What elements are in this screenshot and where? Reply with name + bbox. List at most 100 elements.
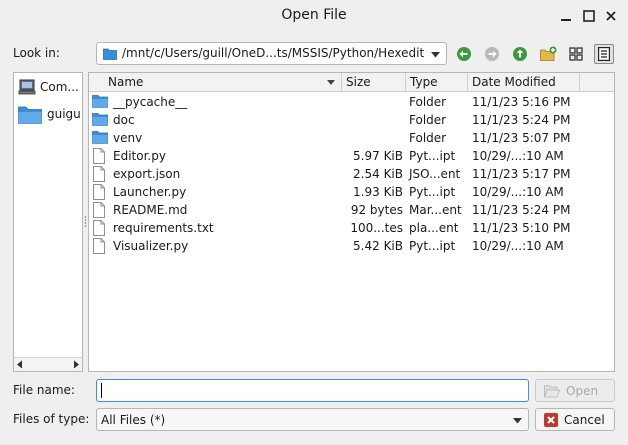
chevron-down-icon <box>513 418 522 424</box>
file-type: Folder <box>409 95 447 109</box>
file-list-row-file[interactable]: Launcher.py 1.93 KiB Pyt...ipt 10/29/...:10… <box>89 183 614 201</box>
file-type: Pyt...ipt <box>409 239 456 253</box>
sidebar-item-computer[interactable]: Com... <box>14 76 82 98</box>
file-date-modified: 10/29/...:10 AM <box>472 185 564 199</box>
file-name-label-text: File name: <box>13 383 75 397</box>
splitter-handle[interactable] <box>84 215 87 229</box>
file-list-row-file[interactable]: README.md 92 bytes Mar...ent 11/1/23 5:24 P… <box>89 201 614 219</box>
file-name: __pycache__ <box>113 95 188 109</box>
column-header-size[interactable]: Size <box>342 73 406 92</box>
back-button[interactable] <box>454 44 474 64</box>
file-type: Pyt...ipt <box>409 149 456 163</box>
column-header-name[interactable]: Name <box>89 73 342 92</box>
file-name: Launcher.py <box>113 185 187 199</box>
open-button[interactable]: Open <box>535 379 615 402</box>
folder-icon <box>103 48 117 60</box>
file-name: export.json <box>113 167 181 181</box>
file-list-header: Name Size Type Date Modified <box>89 73 614 92</box>
file-type: Mar...ent <box>409 203 462 217</box>
file-date-modified: 11/1/23 5:16 PM <box>472 95 571 109</box>
open-button-label: Open <box>566 383 599 398</box>
file-type: Folder <box>409 113 447 127</box>
file-size: 2.54 KiB <box>353 167 403 181</box>
file-list-row-file[interactable]: export.json 2.54 KiB JSO...ent 11/1/23 5:17… <box>89 165 614 183</box>
file-size: 5.42 KiB <box>353 239 403 253</box>
cancel-button-label: Cancel <box>564 412 605 427</box>
sidebar-item-label: Com... <box>40 80 79 94</box>
detail-view-icon <box>598 47 610 61</box>
file-list-row-folder[interactable]: venv Folder 11/1/23 5:07 PM <box>89 129 614 147</box>
file-icon <box>93 220 105 236</box>
file-date-modified: 11/1/23 5:24 PM <box>472 203 571 217</box>
look-in-label: Look in: <box>13 46 60 60</box>
file-size: 1.93 KiB <box>353 185 403 199</box>
scroll-right-icon[interactable] <box>72 360 80 369</box>
back-arrow-icon <box>457 47 471 61</box>
file-size: 100...tes <box>350 221 403 235</box>
column-header-label: Date Modified <box>472 75 556 89</box>
file-type: Pyt...ipt <box>409 185 456 199</box>
file-type: JSO...ent <box>409 167 461 181</box>
sidebar-horizontal-scrollbar[interactable] <box>14 357 82 371</box>
file-list[interactable]: Name Size Type Date Modified __pycache__… <box>88 72 615 372</box>
title-bar: Open File <box>0 0 628 32</box>
cancel-button[interactable]: Cancel <box>535 408 615 431</box>
file-icon <box>93 148 105 164</box>
scroll-left-icon[interactable] <box>16 360 24 369</box>
file-icon <box>93 238 105 254</box>
folder-icon <box>92 131 108 144</box>
file-icon <box>93 202 105 218</box>
file-name-label: File name: <box>13 383 75 397</box>
parent-directory-button[interactable] <box>510 44 530 64</box>
up-arrow-icon <box>513 47 527 61</box>
text-caret <box>101 383 102 398</box>
sort-descending-icon <box>327 80 335 85</box>
file-name: Editor.py <box>113 149 166 163</box>
file-date-modified: 11/1/23 5:10 PM <box>472 221 571 235</box>
file-list-row-folder[interactable]: __pycache__ Folder 11/1/23 5:16 PM <box>89 93 614 111</box>
file-type: Folder <box>409 131 447 145</box>
file-list-row-folder[interactable]: doc Folder 11/1/23 5:24 PM <box>89 111 614 129</box>
chevron-down-icon <box>431 52 440 58</box>
file-type-value: All Files (*) <box>101 413 166 427</box>
list-view-button[interactable] <box>566 44 586 64</box>
new-folder-button[interactable] <box>538 44 558 64</box>
file-type-label: Files of type: <box>13 412 90 426</box>
cancel-icon <box>544 412 558 427</box>
close-icon[interactable] <box>603 8 619 24</box>
column-header-label: Type <box>410 75 438 89</box>
file-name: requirements.txt <box>113 221 214 235</box>
detail-view-button[interactable] <box>594 44 614 64</box>
sidebar: Com... guigu <box>13 72 83 372</box>
look-in-path: /mnt/c/Users/guill/OneD...ts/MSSIS/Pytho… <box>122 46 425 60</box>
file-name: venv <box>113 131 143 145</box>
look-in-combobox[interactable]: /mnt/c/Users/guill/OneD...ts/MSSIS/Pytho… <box>96 42 447 65</box>
file-list-row-file[interactable]: Visualizer.py 5.42 KiB Pyt...ipt 10/29/...:… <box>89 237 614 255</box>
file-date-modified: 10/29/...:10 AM <box>472 149 564 163</box>
file-name-input[interactable] <box>96 379 529 402</box>
sidebar-item-label: guigu <box>47 107 81 121</box>
column-header-date[interactable]: Date Modified <box>468 73 580 92</box>
file-list-row-file[interactable]: requirements.txt 100...tes pla...ent 11/1/2… <box>89 219 614 237</box>
file-list-row-file[interactable]: Editor.py 5.97 KiB Pyt...ipt 10/29/...:10 A… <box>89 147 614 165</box>
file-name: README.md <box>113 203 188 217</box>
file-date-modified: 11/1/23 5:07 PM <box>472 131 571 145</box>
file-type-combobox[interactable]: All Files (*) <box>96 408 529 431</box>
folder-icon <box>92 113 108 126</box>
column-header-type[interactable]: Type <box>406 73 468 92</box>
file-date-modified: 10/29/...:10 AM <box>472 239 564 253</box>
file-name: doc <box>113 113 135 127</box>
file-type: pla...ent <box>409 221 459 235</box>
list-view-icon <box>569 47 583 61</box>
sidebar-item-guigu[interactable]: guigu <box>14 101 82 127</box>
maximize-icon[interactable] <box>581 8 597 24</box>
column-header-label: Name <box>108 75 144 89</box>
folder-icon <box>18 106 42 124</box>
forward-button[interactable] <box>482 44 502 64</box>
file-icon <box>93 184 105 200</box>
minimize-icon[interactable] <box>558 8 574 24</box>
file-date-modified: 11/1/23 5:24 PM <box>472 113 571 127</box>
open-folder-icon <box>544 384 560 397</box>
new-folder-icon <box>539 46 556 61</box>
window-title: Open File <box>281 7 347 23</box>
